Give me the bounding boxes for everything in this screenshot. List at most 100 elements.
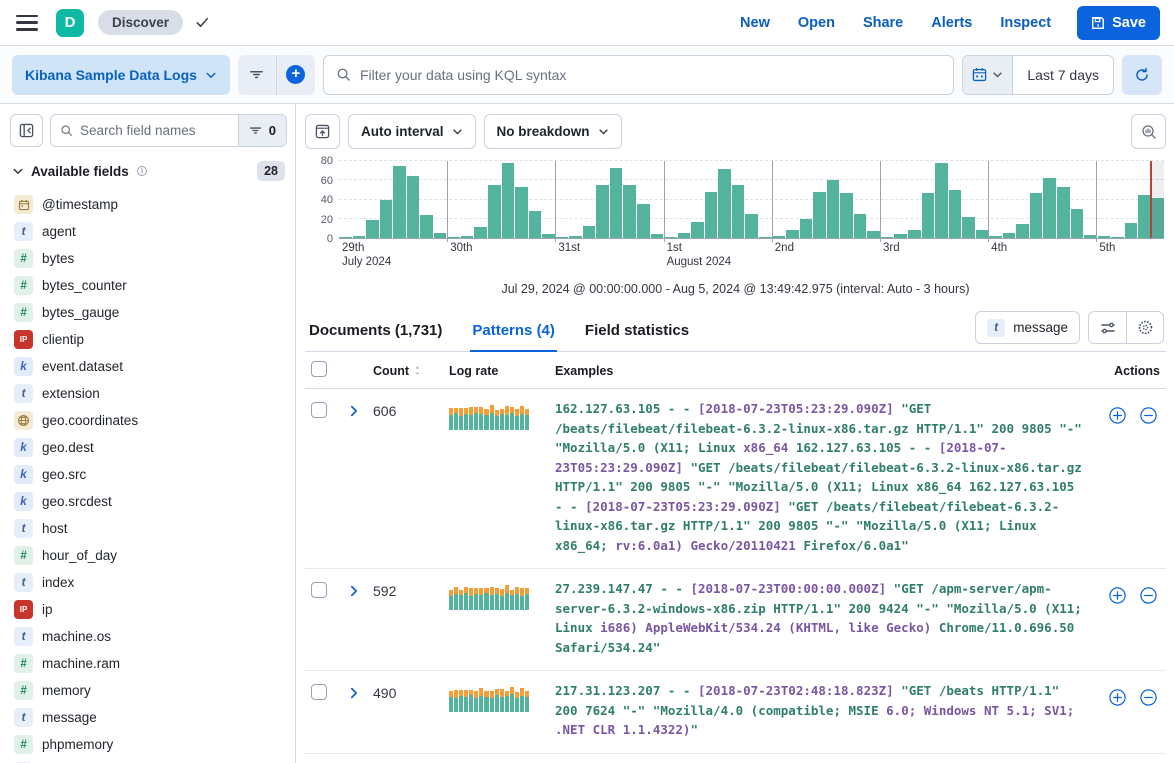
field-item-@timestamp[interactable]: @timestamp (10, 191, 287, 218)
histogram-bar[interactable] (488, 185, 501, 238)
add-filter-button[interactable]: + (277, 55, 315, 95)
nav-inspect[interactable]: Inspect (986, 9, 1065, 37)
field-item-bytes_counter[interactable]: #bytes_counter (10, 272, 287, 299)
histogram-bar[interactable] (1111, 237, 1124, 238)
histogram-bar[interactable] (420, 215, 433, 238)
histogram-bar[interactable] (461, 236, 474, 238)
nav-alerts[interactable]: Alerts (917, 9, 986, 37)
histogram-bar[interactable] (515, 187, 528, 238)
histogram-plot[interactable] (339, 161, 1164, 239)
time-range-button[interactable]: Last 7 days (1013, 56, 1113, 94)
chart-options-icon[interactable] (305, 114, 340, 149)
histogram-bar[interactable] (1016, 224, 1029, 238)
expand-row-button[interactable] (335, 582, 373, 598)
app-logo[interactable]: D (56, 9, 84, 37)
histogram-bar[interactable] (840, 193, 853, 238)
histogram-bar[interactable] (393, 166, 406, 238)
field-item-ip[interactable]: IPip (10, 596, 287, 623)
histogram-bar[interactable] (976, 230, 989, 238)
filter-lines-icon[interactable] (238, 55, 276, 95)
histogram-bar[interactable] (407, 176, 420, 238)
histogram-bar[interactable] (894, 234, 907, 238)
field-item-geo.dest[interactable]: kgeo.dest (10, 434, 287, 461)
row-checkbox[interactable] (311, 582, 327, 598)
histogram-bar[interactable] (962, 217, 975, 238)
histogram-bar[interactable] (637, 204, 650, 238)
histogram-bar[interactable] (949, 190, 962, 238)
histogram-bar[interactable] (691, 222, 704, 238)
histogram-bar[interactable] (1084, 235, 1097, 238)
histogram-bar[interactable] (786, 230, 799, 238)
field-item-hour_of_day[interactable]: #hour_of_day (10, 542, 287, 569)
filter-out-icon[interactable] (1139, 406, 1158, 425)
histogram-bar[interactable] (745, 214, 758, 238)
expand-row-button[interactable] (335, 684, 373, 700)
histogram-bar[interactable] (867, 231, 880, 238)
histogram-bar[interactable] (556, 237, 569, 238)
field-item-host[interactable]: thost (10, 515, 287, 542)
histogram-bar[interactable] (800, 219, 813, 238)
field-item-event.dataset[interactable]: kevent.dataset (10, 353, 287, 380)
histogram-bar[interactable] (1003, 233, 1016, 238)
filter-out-icon[interactable] (1139, 688, 1158, 707)
histogram-bar[interactable] (339, 237, 352, 238)
pattern-field-button[interactable]: t message (975, 311, 1080, 344)
histogram-bar[interactable] (651, 234, 664, 238)
field-item-memory[interactable]: #memory (10, 677, 287, 704)
histogram-bar[interactable] (705, 192, 718, 238)
histogram-bar[interactable] (827, 180, 840, 238)
field-item-message[interactable]: tmessage (10, 704, 287, 731)
field-item-agent[interactable]: tagent (10, 218, 287, 245)
histogram-bar[interactable] (1125, 223, 1138, 238)
row-checkbox[interactable] (311, 402, 327, 418)
histogram-bar[interactable] (1030, 193, 1043, 238)
pattern-analysis-icon[interactable] (1126, 312, 1163, 343)
histogram-bar[interactable] (773, 236, 786, 238)
histogram-bar[interactable] (1138, 195, 1151, 238)
refresh-button[interactable] (1122, 55, 1162, 95)
histogram-bar[interactable] (908, 230, 921, 238)
histogram-bar[interactable] (1043, 178, 1056, 238)
field-item-extension[interactable]: textension (10, 380, 287, 407)
histogram-bar[interactable] (529, 211, 542, 238)
histogram-bar[interactable] (922, 193, 935, 238)
field-item-machine.os[interactable]: tmachine.os (10, 623, 287, 650)
interval-select[interactable]: Auto interval (348, 114, 476, 149)
histogram-bar[interactable] (502, 163, 515, 238)
field-item-geo.coordinates[interactable]: geo.coordinates (10, 407, 287, 434)
filter-settings-icon[interactable] (1089, 312, 1126, 343)
menu-icon[interactable] (14, 12, 40, 34)
histogram-bar[interactable] (678, 233, 691, 238)
histogram-bar[interactable] (718, 169, 731, 238)
histogram-bar[interactable] (854, 214, 867, 238)
histogram-bar[interactable] (732, 185, 745, 238)
field-item-clientip[interactable]: IPclientip (10, 326, 287, 353)
chevron-down-icon[interactable] (12, 165, 24, 177)
histogram-bar[interactable] (881, 237, 894, 238)
breadcrumb[interactable]: Discover (98, 10, 183, 35)
histogram-bar[interactable] (623, 185, 636, 238)
breakdown-select[interactable]: No breakdown (484, 114, 622, 149)
tab-patterns[interactable]: Patterns (4) (470, 314, 557, 352)
filter-for-icon[interactable] (1108, 406, 1127, 425)
data-view-selector[interactable]: Kibana Sample Data Logs (12, 55, 230, 95)
edit-visualization-icon[interactable] (1131, 114, 1166, 149)
nav-share[interactable]: Share (849, 9, 917, 37)
field-item-index[interactable]: tindex (10, 569, 287, 596)
field-item-referer[interactable]: kreferer (10, 758, 287, 763)
save-button[interactable]: Save (1077, 6, 1160, 40)
histogram-bar[interactable] (813, 192, 826, 238)
expand-row-button[interactable] (335, 402, 373, 418)
histogram-bar[interactable] (596, 185, 609, 238)
histogram-bar[interactable] (759, 237, 772, 238)
field-item-geo.src[interactable]: kgeo.src (10, 461, 287, 488)
histogram-bar[interactable] (664, 237, 677, 238)
histogram-bar[interactable] (583, 226, 596, 239)
histogram-bar[interactable] (1098, 236, 1111, 238)
field-item-geo.srcdest[interactable]: kgeo.srcdest (10, 488, 287, 515)
histogram-bar[interactable] (1057, 187, 1070, 238)
field-item-phpmemory[interactable]: #phpmemory (10, 731, 287, 758)
nav-new[interactable]: New (726, 9, 784, 37)
histogram-bar[interactable] (447, 237, 460, 238)
histogram-bar[interactable] (569, 236, 582, 238)
